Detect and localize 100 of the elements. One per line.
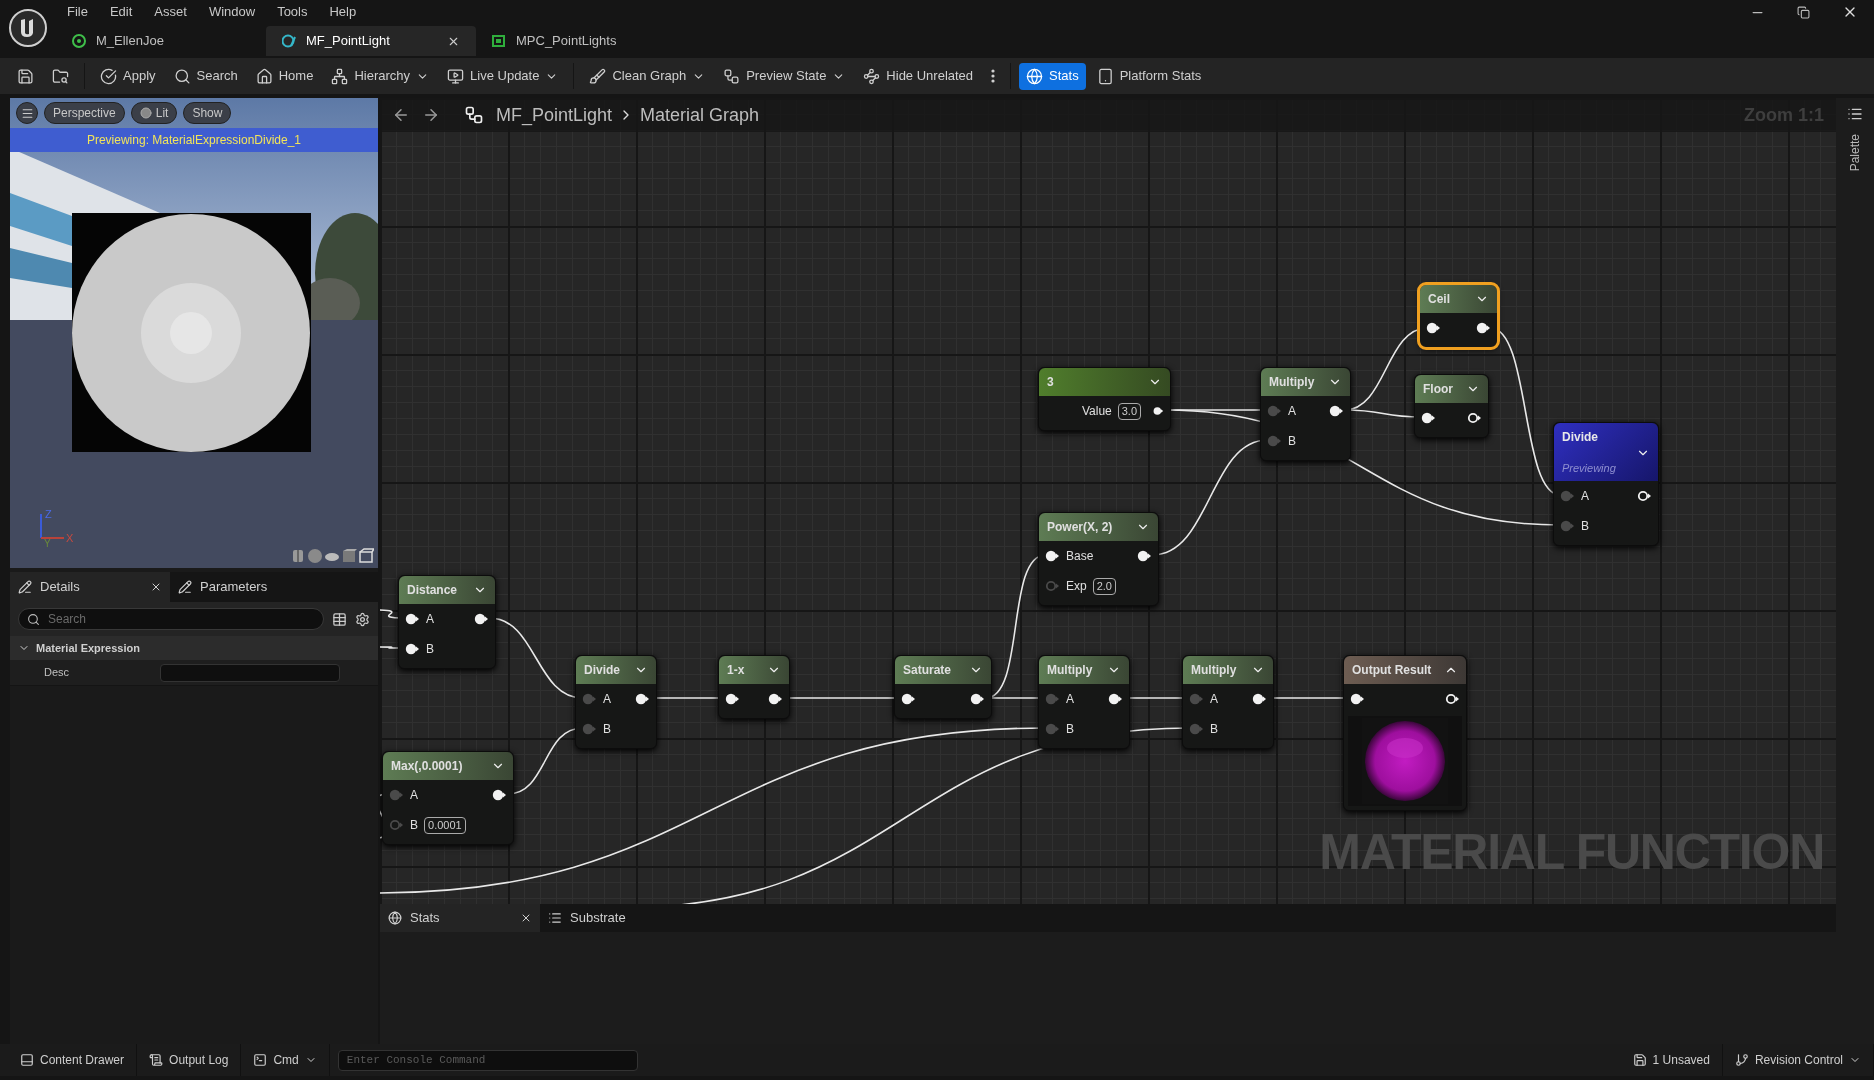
input-pin-icon[interactable] [1045,693,1060,705]
toolbar-button[interactable]: Apply [93,62,163,90]
value-field[interactable]: 2.0 [1092,577,1116,595]
text-field[interactable] [160,663,340,682]
output-pin-icon[interactable] [635,693,650,705]
viewport-button[interactable]: Perspective [44,102,125,124]
restore-icon[interactable] [1797,5,1810,19]
menu-item[interactable]: File [56,2,99,22]
graph-node[interactable]: Power(X, 2) Base Exp 2.0 [1038,512,1159,606]
box-icon[interactable] [358,548,374,564]
document-tab[interactable]: MPC_PointLights [476,26,686,56]
input-pin-icon[interactable] [389,789,404,801]
document-tab[interactable]: M_EllenJoe [56,26,266,56]
menu-item[interactable]: Help [318,2,368,22]
status-button[interactable]: Output Log [137,1044,242,1076]
graph-node[interactable]: Multiply A B [1038,655,1130,749]
table-icon[interactable] [332,611,347,627]
value-field[interactable]: 3.0 [1117,402,1142,420]
output-pin-icon[interactable] [1137,550,1152,562]
output-pin-icon[interactable] [970,693,985,705]
status-button[interactable]: Content Drawer [8,1044,138,1076]
input-pin-icon[interactable] [1045,723,1060,735]
input-pin-icon[interactable] [1560,490,1575,502]
input-pin-icon[interactable] [582,723,597,735]
status-button[interactable]: Revision Control [1722,1044,1874,1076]
toolbar-button[interactable]: Clean Graph [582,62,713,90]
menu-item[interactable]: Asset [143,2,198,22]
document-tab[interactable]: MF_PointLight [266,26,476,56]
input-pin-icon[interactable] [1421,412,1436,424]
toolbar-button[interactable]: Search [166,62,245,90]
input-pin-icon[interactable] [1189,693,1204,705]
input-pin-icon[interactable] [1560,520,1575,532]
logo-icon[interactable] [8,8,48,48]
input-pin-icon[interactable] [1426,322,1441,334]
close-icon[interactable] [150,581,162,593]
graph-node[interactable]: Saturate [894,655,992,719]
input-pin-icon[interactable] [1045,580,1060,592]
section-header[interactable]: Material Expression [10,636,378,660]
graph-node[interactable]: Multiply A B [1182,655,1274,749]
output-pin-icon[interactable] [1108,693,1123,705]
graph-node[interactable]: 3 Value 3.0 [1038,367,1171,431]
menu-item[interactable]: Edit [98,2,144,22]
output-pin-icon[interactable] [1445,693,1460,705]
back-icon[interactable] [392,106,410,124]
graph-node[interactable]: Output Result [1343,655,1467,811]
panel-tab[interactable]: Substrate [540,904,700,932]
graph-node[interactable]: Divide Previewing A B [1553,422,1659,546]
output-pin-icon[interactable] [768,693,783,705]
menu-item[interactable]: Tools [266,2,319,22]
toolbar-button[interactable]: Platform Stats [1089,62,1209,90]
breadcrumb-item[interactable]: Material Graph [640,101,760,129]
graph-node[interactable]: Floor [1414,374,1489,438]
status-button[interactable]: Cmd [241,1044,330,1076]
input-pin-icon[interactable] [405,613,420,625]
settings-icon[interactable] [355,611,370,627]
output-pin-icon[interactable] [1329,405,1344,417]
panel-tab[interactable]: Details [10,572,170,602]
output-pin-icon[interactable] [1153,405,1164,417]
input-pin-icon[interactable] [1189,723,1204,735]
graph-node[interactable]: Divide A B [575,655,657,749]
palette-tab[interactable]: Palette [1846,134,1864,172]
close-icon[interactable] [520,912,532,924]
menu-item[interactable]: Window [197,2,267,22]
graph-node[interactable]: Multiply A B [1260,367,1351,461]
cylinder-icon[interactable] [290,548,306,564]
graph-node[interactable]: Ceil [1420,285,1497,347]
toolbar-button[interactable]: Preview State [716,62,853,90]
search-field[interactable]: Search [18,608,324,630]
panel-tab[interactable]: Stats [380,904,540,932]
input-pin-icon[interactable] [1350,693,1365,705]
output-pin-icon[interactable] [492,789,507,801]
cube-icon[interactable] [341,548,357,564]
input-pin-icon[interactable] [1045,550,1060,562]
output-pin-icon[interactable] [474,613,489,625]
input-pin-icon[interactable] [1267,435,1282,447]
toolbar-button[interactable]: Live Update [440,62,566,90]
graph-node[interactable]: 1-x [718,655,790,719]
graph-node[interactable]: Max(,0.0001) A B 0.0001 [382,751,514,845]
sphere-icon[interactable] [307,548,323,564]
input-pin-icon[interactable] [1267,405,1282,417]
input-pin-icon[interactable] [582,693,597,705]
status-button[interactable]: 1 Unsaved [1620,1044,1723,1076]
input-pin-icon[interactable] [901,693,916,705]
graph-node[interactable]: Distance A B [398,575,496,669]
palette-icon[interactable] [1847,106,1863,122]
input-pin-icon[interactable] [389,819,404,831]
output-pin-icon[interactable] [1252,693,1267,705]
output-pin-icon[interactable] [1637,490,1652,502]
toolbar-button[interactable]: Hide Unrelated [856,62,981,90]
toolbar-button[interactable]: Stats [1019,62,1086,90]
breadcrumb-item[interactable]: MF_PointLight [496,101,613,129]
panel-tab[interactable]: Parameters [170,572,330,602]
input-pin-icon[interactable] [725,693,740,705]
output-pin-icon[interactable] [1467,412,1482,424]
toolbar-button[interactable]: Home [248,62,321,90]
input-pin-icon[interactable] [405,643,420,655]
forward-icon[interactable] [422,106,440,124]
output-pin-icon[interactable] [1476,322,1491,334]
viewport-button[interactable]: Show [183,102,232,124]
toolbar-button[interactable]: Hierarchy [324,62,437,90]
